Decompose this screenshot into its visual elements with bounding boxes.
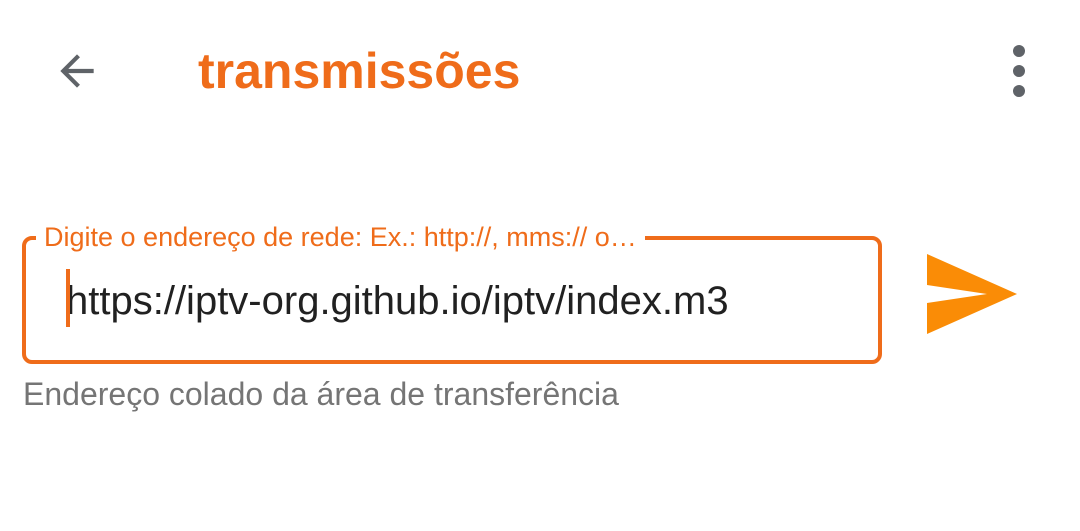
app-screen: transmissões Digite o endereço de rede: …: [0, 0, 1080, 531]
more-vert-icon: [1013, 45, 1025, 97]
helper-text: Endereço colado da área de transferência: [23, 376, 619, 412]
send-icon: [927, 254, 1017, 334]
back-button[interactable]: [44, 38, 110, 104]
text-cursor: [66, 269, 70, 327]
url-input[interactable]: [66, 276, 842, 326]
arrow-back-icon: [60, 54, 94, 88]
more-options-button[interactable]: [996, 38, 1042, 104]
page-title: transmissões: [198, 43, 521, 99]
send-button[interactable]: [916, 246, 1026, 342]
url-field-label: Digite o endereço de rede: Ex.: http://,…: [36, 220, 645, 254]
toolbar: transmissões: [0, 0, 1080, 140]
